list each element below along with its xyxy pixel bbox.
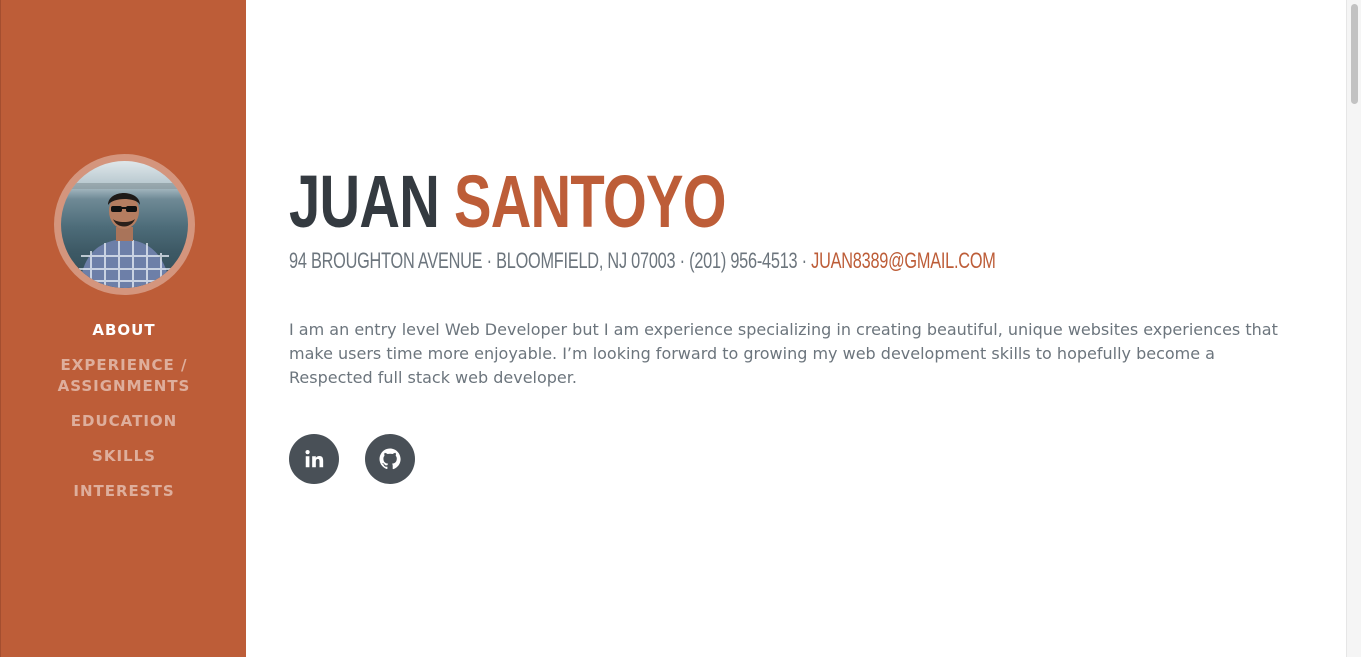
nav-link-skills[interactable]: SKILLS [1,446,247,467]
sidebar-nav: ABOUT EXPERIENCE / ASSIGNMENTS EDUCATION… [1,320,247,516]
contact-line: 94 BROUGHTON AVENUE · BLOOMFIELD, NJ 070… [289,247,996,275]
page-scrollbar[interactable] [1346,0,1361,657]
address-phone: 94 BROUGHTON AVENUE · BLOOMFIELD, NJ 070… [289,248,807,273]
linkedin-button[interactable] [289,434,339,484]
nav-item-about: ABOUT [1,320,247,341]
profile-avatar-frame [54,154,195,295]
profile-avatar [61,161,188,288]
nav-item-skills: SKILLS [1,446,247,467]
nav-link-interests[interactable]: INTERESTS [1,481,247,502]
sidebar: ABOUT EXPERIENCE / ASSIGNMENTS EDUCATION… [0,0,246,657]
bio-text: I am an entry level Web Developer but I … [289,320,1278,387]
last-name: SANTOYO [453,160,727,243]
nav-link-experience[interactable]: EXPERIENCE / ASSIGNMENTS [54,355,194,397]
social-links [289,434,415,484]
nav-link-education[interactable]: EDUCATION [1,411,247,432]
email-link[interactable]: JUAN8389@GMAIL.COM [811,248,996,273]
first-name: JUAN [289,160,440,243]
github-button[interactable] [365,434,415,484]
page-title: JUAN SANTOYO [289,160,726,244]
github-icon [379,448,401,470]
nav-item-experience: EXPERIENCE / ASSIGNMENTS [1,355,247,397]
nav-link-about[interactable]: ABOUT [1,320,247,341]
profile-photo-illustration [61,183,188,288]
nav-item-education: EDUCATION [1,411,247,432]
nav-item-interests: INTERESTS [1,481,247,502]
linkedin-icon [305,450,324,468]
scrollbar-thumb[interactable] [1351,4,1358,104]
